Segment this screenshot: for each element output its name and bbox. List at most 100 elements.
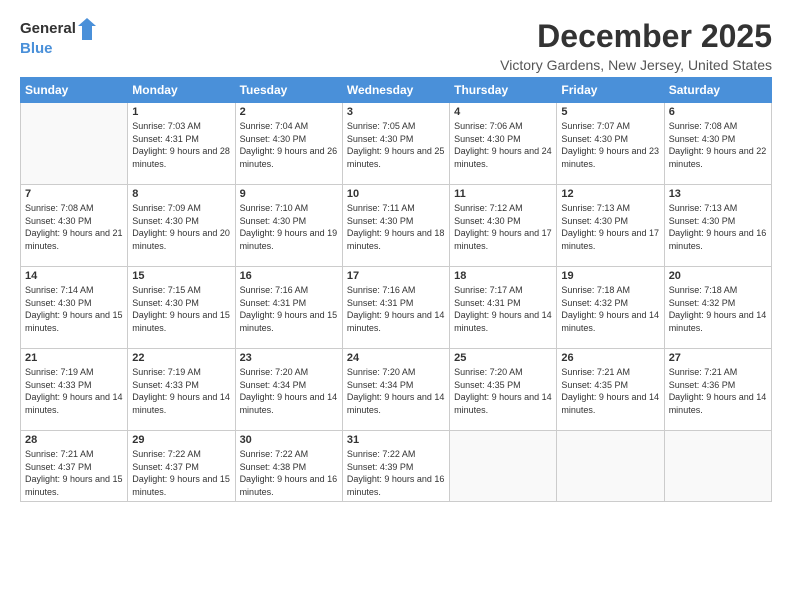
- day-number: 9: [240, 188, 338, 200]
- table-row: 14Sunrise: 7:14 AM Sunset: 4:30 PM Dayli…: [21, 267, 128, 349]
- day-info: Sunrise: 7:22 AM Sunset: 4:38 PM Dayligh…: [240, 448, 338, 498]
- day-info: Sunrise: 7:14 AM Sunset: 4:30 PM Dayligh…: [25, 284, 123, 334]
- day-number: 30: [240, 434, 338, 446]
- table-row: 2Sunrise: 7:04 AM Sunset: 4:30 PM Daylig…: [235, 103, 342, 185]
- day-info: Sunrise: 7:22 AM Sunset: 4:39 PM Dayligh…: [347, 448, 445, 498]
- table-row: [450, 431, 557, 502]
- day-info: Sunrise: 7:06 AM Sunset: 4:30 PM Dayligh…: [454, 120, 552, 170]
- day-info: Sunrise: 7:13 AM Sunset: 4:30 PM Dayligh…: [669, 202, 767, 252]
- day-info: Sunrise: 7:05 AM Sunset: 4:30 PM Dayligh…: [347, 120, 445, 170]
- day-info: Sunrise: 7:12 AM Sunset: 4:30 PM Dayligh…: [454, 202, 552, 252]
- day-info: Sunrise: 7:19 AM Sunset: 4:33 PM Dayligh…: [132, 366, 230, 416]
- table-row: 10 Sunrise: 7:11 AM Sunset: 4:30 PM Dayli…: [342, 185, 449, 267]
- day-info: Sunrise: 7:13 AM Sunset: 4:30 PM Dayligh…: [561, 202, 659, 252]
- day-number: 2: [240, 106, 338, 118]
- day-info: Sunrise: 7:09 AM Sunset: 4:30 PM Dayligh…: [132, 202, 230, 252]
- day-number: 1: [132, 106, 230, 118]
- day-info: Sunrise: 7:16 AM Sunset: 4:31 PM Dayligh…: [240, 284, 338, 334]
- day-number: 4: [454, 106, 552, 118]
- table-row: 30 Sunrise: 7:22 AM Sunset: 4:38 PM Dayli…: [235, 431, 342, 502]
- header-friday: Friday: [557, 78, 664, 103]
- table-row: 18 Sunrise: 7:17 AM Sunset: 4:31 PM Dayli…: [450, 267, 557, 349]
- day-info: Sunrise: 7:21 AM Sunset: 4:37 PM Dayligh…: [25, 448, 123, 498]
- day-number: 15: [132, 270, 230, 282]
- day-number: 19: [561, 270, 659, 282]
- day-info: Sunrise: 7:16 AM Sunset: 4:31 PM Dayligh…: [347, 284, 445, 334]
- header-monday: Monday: [128, 78, 235, 103]
- table-row: 29Sunrise: 7:22 AM Sunset: 4:37 PM Dayli…: [128, 431, 235, 502]
- table-row: 13 Sunrise: 7:13 AM Sunset: 4:30 PM Dayli…: [664, 185, 771, 267]
- day-info: Sunrise: 7:08 AM Sunset: 4:30 PM Dayligh…: [669, 120, 767, 170]
- day-info: Sunrise: 7:21 AM Sunset: 4:36 PM Dayligh…: [669, 366, 767, 416]
- table-row: 31 Sunrise: 7:22 AM Sunset: 4:39 PM Dayli…: [342, 431, 449, 502]
- logo-blue: Blue: [20, 40, 53, 57]
- day-info: Sunrise: 7:19 AM Sunset: 4:33 PM Dayligh…: [25, 366, 123, 416]
- title-area: December 2025 Victory Gardens, New Jerse…: [500, 18, 772, 73]
- day-number: 18: [454, 270, 552, 282]
- table-row: 21 Sunrise: 7:19 AM Sunset: 4:33 PM Dayli…: [21, 349, 128, 431]
- table-row: 17Sunrise: 7:16 AM Sunset: 4:31 PM Dayli…: [342, 267, 449, 349]
- day-number: 28: [25, 434, 123, 446]
- table-row: 20 Sunrise: 7:18 AM Sunset: 4:32 PM Dayli…: [664, 267, 771, 349]
- calendar-page: General Blue December 2025 Victory Garde…: [0, 0, 792, 612]
- day-number: 8: [132, 188, 230, 200]
- day-number: 13: [669, 188, 767, 200]
- day-number: 20: [669, 270, 767, 282]
- day-info: Sunrise: 7:07 AM Sunset: 4:30 PM Dayligh…: [561, 120, 659, 170]
- day-info: Sunrise: 7:11 AM Sunset: 4:30 PM Dayligh…: [347, 202, 445, 252]
- day-number: 26: [561, 352, 659, 364]
- table-row: 8 Sunrise: 7:09 AM Sunset: 4:30 PM Daylig…: [128, 185, 235, 267]
- day-info: Sunrise: 7:17 AM Sunset: 4:31 PM Dayligh…: [454, 284, 552, 334]
- day-number: 21: [25, 352, 123, 364]
- header: General Blue December 2025 Victory Garde…: [20, 18, 772, 73]
- table-row: [664, 431, 771, 502]
- day-info: Sunrise: 7:10 AM Sunset: 4:30 PM Dayligh…: [240, 202, 338, 252]
- month-title: December 2025: [500, 18, 772, 55]
- day-number: 5: [561, 106, 659, 118]
- day-number: 27: [669, 352, 767, 364]
- day-number: 29: [132, 434, 230, 446]
- table-row: 7 Sunrise: 7:08 AM Sunset: 4:30 PM Daylig…: [21, 185, 128, 267]
- day-number: 3: [347, 106, 445, 118]
- table-row: 4 Sunrise: 7:06 AM Sunset: 4:30 PM Daylig…: [450, 103, 557, 185]
- header-thursday: Thursday: [450, 78, 557, 103]
- table-row: 25Sunrise: 7:20 AM Sunset: 4:35 PM Dayli…: [450, 349, 557, 431]
- table-row: [557, 431, 664, 502]
- table-row: 12 Sunrise: 7:13 AM Sunset: 4:30 PM Dayli…: [557, 185, 664, 267]
- calendar-table: Sunday Monday Tuesday Wednesday Thursday…: [20, 77, 772, 502]
- day-number: 16: [240, 270, 338, 282]
- day-info: Sunrise: 7:20 AM Sunset: 4:34 PM Dayligh…: [240, 366, 338, 416]
- day-number: 11: [454, 188, 552, 200]
- logo-general: General: [20, 20, 76, 38]
- table-row: 15 Sunrise: 7:15 AM Sunset: 4:30 PM Dayli…: [128, 267, 235, 349]
- day-number: 7: [25, 188, 123, 200]
- table-row: 19Sunrise: 7:18 AM Sunset: 4:32 PM Dayli…: [557, 267, 664, 349]
- table-row: 27 Sunrise: 7:21 AM Sunset: 4:36 PM Dayli…: [664, 349, 771, 431]
- day-number: 25: [454, 352, 552, 364]
- day-number: 31: [347, 434, 445, 446]
- table-row: 28 Sunrise: 7:21 AM Sunset: 4:37 PM Dayli…: [21, 431, 128, 502]
- table-row: [21, 103, 128, 185]
- logo-icon: [78, 18, 96, 40]
- table-row: 26 Sunrise: 7:21 AM Sunset: 4:35 PM Dayli…: [557, 349, 664, 431]
- day-info: Sunrise: 7:15 AM Sunset: 4:30 PM Dayligh…: [132, 284, 230, 334]
- day-info: Sunrise: 7:21 AM Sunset: 4:35 PM Dayligh…: [561, 366, 659, 416]
- day-info: Sunrise: 7:18 AM Sunset: 4:32 PM Dayligh…: [669, 284, 767, 334]
- day-info: Sunrise: 7:08 AM Sunset: 4:30 PM Dayligh…: [25, 202, 123, 252]
- day-number: 12: [561, 188, 659, 200]
- table-row: 5 Sunrise: 7:07 AM Sunset: 4:30 PM Daylig…: [557, 103, 664, 185]
- location-subtitle: Victory Gardens, New Jersey, United Stat…: [500, 57, 772, 73]
- header-wednesday: Wednesday: [342, 78, 449, 103]
- table-row: 11 Sunrise: 7:12 AM Sunset: 4:30 PM Dayli…: [450, 185, 557, 267]
- day-number: 23: [240, 352, 338, 364]
- day-number: 24: [347, 352, 445, 364]
- header-saturday: Saturday: [664, 78, 771, 103]
- day-number: 10: [347, 188, 445, 200]
- table-row: 9 Sunrise: 7:10 AM Sunset: 4:30 PM Daylig…: [235, 185, 342, 267]
- table-row: 3 Sunrise: 7:05 AM Sunset: 4:30 PM Daylig…: [342, 103, 449, 185]
- calendar-header-row: Sunday Monday Tuesday Wednesday Thursday…: [21, 78, 772, 103]
- day-number: 22: [132, 352, 230, 364]
- table-row: 16 Sunrise: 7:16 AM Sunset: 4:31 PM Dayli…: [235, 267, 342, 349]
- table-row: 1Sunrise: 7:03 AM Sunset: 4:31 PM Daylig…: [128, 103, 235, 185]
- table-row: 23 Sunrise: 7:20 AM Sunset: 4:34 PM Dayli…: [235, 349, 342, 431]
